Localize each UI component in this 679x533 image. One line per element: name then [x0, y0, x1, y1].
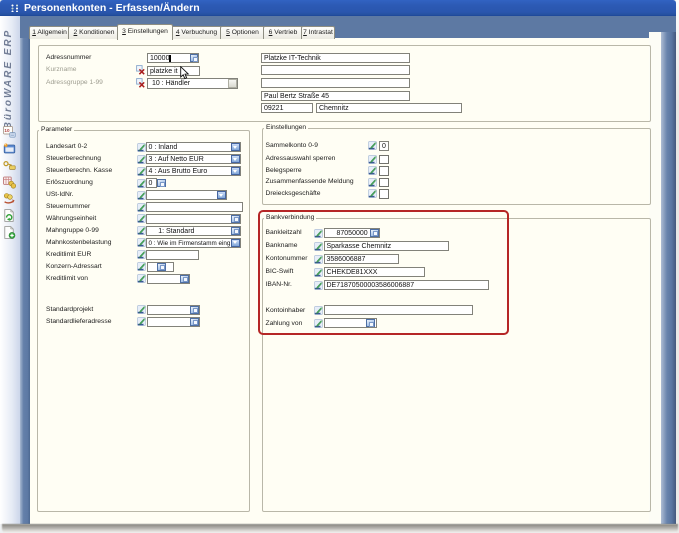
svg-text:10: 10: [4, 128, 10, 133]
